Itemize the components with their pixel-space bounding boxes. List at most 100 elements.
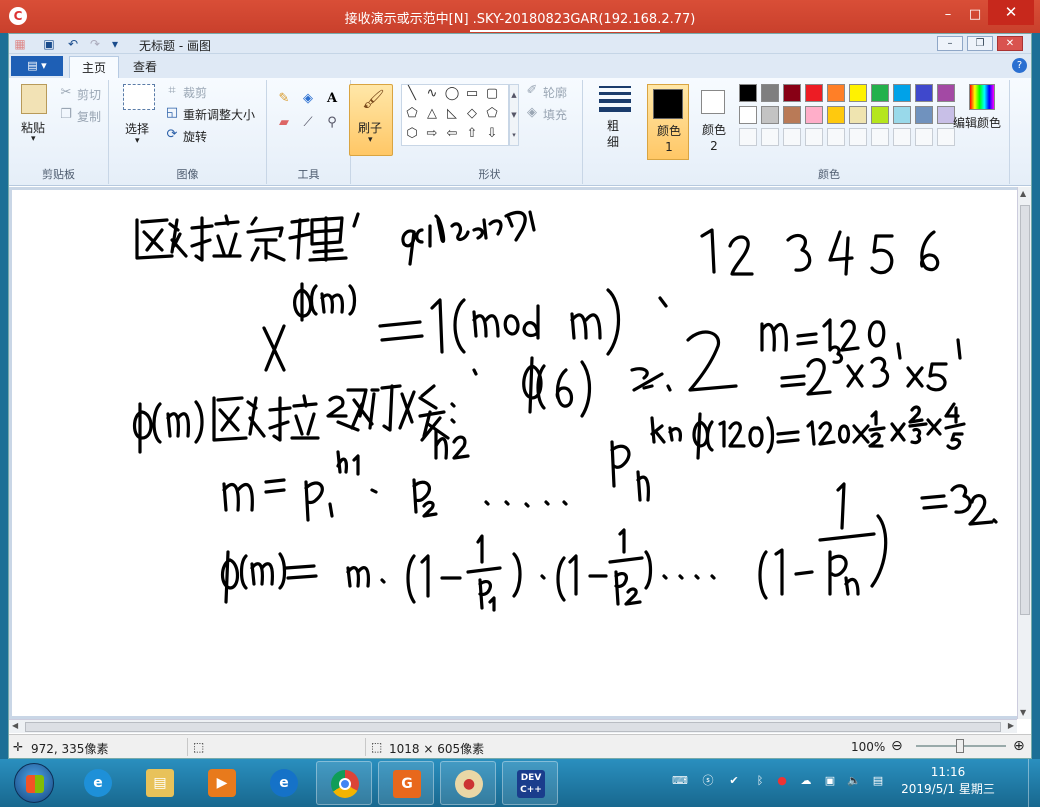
pencil-icon[interactable]: ✎	[275, 90, 293, 108]
curve-shape-icon[interactable]: ∿	[424, 87, 440, 101]
palette-swatch[interactable]	[827, 106, 845, 124]
pentagon-shape-icon[interactable]: ⬠	[484, 107, 500, 121]
drawing-canvas[interactable]	[12, 190, 1017, 716]
taskbar-devcpp[interactable]: DEV C++	[502, 761, 558, 805]
customize-qat-icon[interactable]: ▾	[107, 36, 123, 52]
select-dropdown-icon[interactable]: ▾	[135, 136, 140, 146]
oval-shape-icon[interactable]: ◯	[444, 87, 460, 101]
paste-dropdown-icon[interactable]: ▾	[31, 134, 36, 144]
color-picker-icon[interactable]: ⟋	[299, 114, 317, 132]
palette-swatch[interactable]	[739, 84, 757, 102]
fill-bucket-icon[interactable]: ◈	[299, 90, 317, 108]
palette-swatch[interactable]	[915, 106, 933, 124]
paste-icon[interactable]	[21, 84, 47, 114]
security-icon[interactable]: ✔	[726, 773, 742, 789]
brushes-button[interactable]: 🖌 刷子 ▾	[349, 84, 393, 156]
vertical-scrollbar[interactable]: ▲ ▼	[1017, 187, 1031, 719]
start-button[interactable]	[14, 763, 54, 803]
crop-button[interactable]: 裁剪	[183, 84, 207, 101]
palette-swatch[interactable]	[761, 84, 779, 102]
right-triangle-shape-icon[interactable]: ◺	[444, 107, 460, 121]
record-icon[interactable]: ●	[774, 773, 790, 789]
resize-button[interactable]: 重新调整大小	[183, 106, 255, 123]
paint-restore-button[interactable]: ❐	[967, 36, 993, 51]
select-button[interactable]: 选择	[125, 120, 149, 137]
shapes-gallery[interactable]: ╲ ∿ ◯ ▭ ▢ ⬠ △ ◺ ◇ ⬠ ⬡ ⇨ ⇦ ⇧ ⇩	[401, 84, 509, 146]
palette-swatch[interactable]	[805, 84, 823, 102]
taskbar-ie2[interactable]: e	[256, 761, 312, 805]
taskbar-explorer[interactable]: ▤	[132, 761, 188, 805]
zoom-slider-thumb[interactable]	[956, 739, 964, 753]
scroll-down-icon[interactable]: ▼	[1020, 708, 1026, 717]
maximize-button[interactable]: □	[962, 4, 988, 26]
select-icon[interactable]	[123, 84, 155, 110]
zoom-slider[interactable]	[916, 739, 1006, 753]
volume-muted-icon[interactable]: 🔈	[846, 773, 862, 789]
palette-swatch[interactable]	[783, 84, 801, 102]
minimize-button[interactable]: –	[935, 4, 961, 26]
taskbar-paint[interactable]: ●	[440, 761, 496, 805]
outline-button[interactable]: 轮廓	[543, 84, 567, 101]
zoom-out-icon[interactable]: ⊖	[891, 738, 903, 754]
text-tool-icon[interactable]: A	[323, 90, 341, 108]
help-icon[interactable]: ?	[1012, 58, 1027, 73]
edit-colors-icon[interactable]	[969, 84, 995, 110]
palette-swatch[interactable]	[739, 106, 757, 124]
save-icon[interactable]: ▣	[41, 36, 57, 52]
custom-color-swatch[interactable]	[761, 128, 779, 146]
ime-icon[interactable]: ⓢ	[700, 773, 716, 789]
device-icon[interactable]: ▣	[822, 773, 838, 789]
eraser-icon[interactable]: ▰	[275, 114, 293, 132]
cut-button[interactable]: 剪切	[77, 86, 101, 103]
close-button[interactable]: ✕	[988, 0, 1034, 25]
taskbar-chrome[interactable]	[316, 761, 372, 805]
paint-minimize-button[interactable]: –	[937, 36, 963, 51]
vertical-scroll-thumb[interactable]	[1020, 205, 1030, 615]
scroll-left-icon[interactable]: ◀	[12, 721, 18, 730]
left-arrow-shape-icon[interactable]: ⇦	[444, 127, 460, 141]
palette-swatch[interactable]	[761, 106, 779, 124]
diamond-shape-icon[interactable]: ◇	[464, 107, 480, 121]
palette-swatch[interactable]	[805, 106, 823, 124]
paint-app-icon[interactable]: ▦	[12, 36, 28, 52]
scroll-right-icon[interactable]: ▶	[1008, 721, 1014, 730]
taskbar-ie[interactable]: e	[70, 761, 126, 805]
tab-view[interactable]: 查看	[121, 56, 169, 78]
down-arrow-shape-icon[interactable]: ⇩	[484, 127, 500, 141]
custom-color-swatch[interactable]	[739, 128, 757, 146]
palette-swatch[interactable]	[827, 84, 845, 102]
horizontal-scrollbar[interactable]: ◀ ▶	[9, 719, 1017, 733]
custom-color-swatch[interactable]	[871, 128, 889, 146]
palette-swatch[interactable]	[893, 106, 911, 124]
triangle-shape-icon[interactable]: △	[424, 107, 440, 121]
palette-swatch[interactable]	[783, 106, 801, 124]
keyboard-icon[interactable]: ⌨	[672, 773, 688, 789]
taskbar-pdf[interactable]: G	[378, 761, 434, 805]
rectangle-shape-icon[interactable]: ▭	[464, 87, 480, 101]
network-icon[interactable]: ▤	[870, 773, 886, 789]
custom-color-swatch[interactable]	[827, 128, 845, 146]
magnifier-icon[interactable]: ⚲	[323, 114, 341, 132]
taskbar-media[interactable]: ▶	[194, 761, 250, 805]
palette-swatch[interactable]	[893, 84, 911, 102]
window-titlebar[interactable]: C 接收演示或示范中[N] .SKY-20180823GAR(192.168.2…	[0, 0, 1040, 33]
tab-home[interactable]: 主页	[69, 56, 120, 78]
fill-button[interactable]: 填充	[543, 106, 567, 123]
file-menu-button[interactable]: ▤ ▾	[11, 56, 63, 76]
hexagon-shape-icon[interactable]: ⬡	[404, 127, 420, 141]
right-arrow-shape-icon[interactable]: ⇨	[424, 127, 440, 141]
cloud-icon[interactable]: ☁	[798, 773, 814, 789]
zoom-in-icon[interactable]: ⊕	[1013, 738, 1025, 754]
palette-swatch[interactable]	[937, 84, 955, 102]
palette-swatch[interactable]	[871, 106, 889, 124]
custom-color-swatch[interactable]	[893, 128, 911, 146]
up-arrow-shape-icon[interactable]: ⇧	[464, 127, 480, 141]
rotate-button[interactable]: 旋转	[183, 128, 207, 145]
size-button[interactable]: 粗细	[595, 84, 635, 156]
show-desktop-button[interactable]	[1028, 759, 1040, 807]
scroll-up-icon[interactable]: ▲	[1020, 189, 1026, 198]
bluetooth-icon[interactable]: ᛒ	[752, 773, 768, 789]
palette-swatch[interactable]	[915, 84, 933, 102]
clock[interactable]: 11:16 2019/5/1 星期三	[898, 764, 998, 798]
rounded-rect-shape-icon[interactable]: ▢	[484, 87, 500, 101]
